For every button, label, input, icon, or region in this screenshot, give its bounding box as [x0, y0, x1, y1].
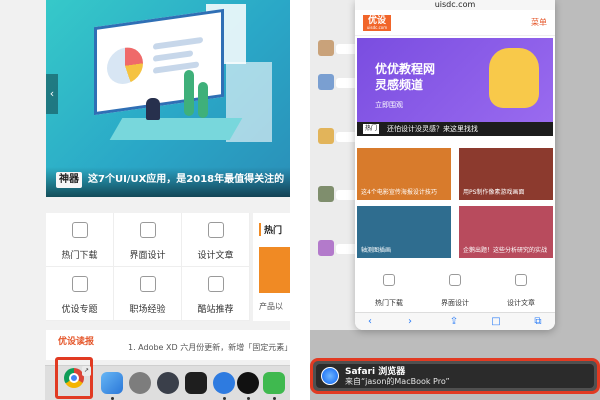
- nav-item-topics[interactable]: 优设专题: [46, 267, 114, 321]
- mobile-nav-articles[interactable]: 设计文章: [489, 274, 553, 309]
- promo-banner[interactable]: 优优教程网 灵感频道 立即围观 热门 还怕设计没灵感？来这里找找: [357, 38, 553, 136]
- briefcase-icon: [139, 276, 156, 292]
- site-icon: [207, 276, 224, 292]
- safari-toolbar: ‹ › ⇪ □ ⧉: [355, 312, 555, 330]
- mobile-nav-label: 热门下载: [375, 299, 403, 307]
- news-item[interactable]: 1. Adobe XD 六月份更新，新增「固定元素」: [128, 342, 290, 353]
- phone-icon: [139, 222, 156, 238]
- nav-item-label: 设计文章: [197, 251, 234, 261]
- topic-icon: [71, 276, 88, 292]
- avatar: [318, 186, 334, 202]
- nav-item-label: 界面设计: [129, 251, 166, 261]
- news-title: 优设读报: [58, 337, 95, 347]
- address-bar[interactable]: uisdc.com: [355, 0, 555, 10]
- ios-app-switcher-pane: uisdc.com 优设 uisdc.com 菜单 优优教程网 灵感频道 立即围…: [310, 0, 600, 400]
- screenshot: 神器 这7个UI/UX应用，是2018年最值得关注的 ‹ 热门下载 界面设计 设…: [0, 0, 600, 400]
- mobile-nav-ui-design[interactable]: 界面设计: [423, 274, 487, 309]
- mac-browser-pane: 神器 这7个UI/UX应用，是2018年最值得关注的 ‹ 热门下载 界面设计 设…: [0, 0, 290, 400]
- handoff-badge[interactable]: ↗: [82, 366, 91, 376]
- handoff-banner[interactable]: Safari 浏览器 来自“jason的MacBook Pro”: [310, 358, 600, 394]
- phone-icon: [449, 274, 461, 286]
- tile-text: 用PS制作像素游戏画面: [463, 189, 525, 196]
- download-icon: [71, 222, 88, 238]
- download-icon: [383, 274, 395, 286]
- text-line: [153, 36, 203, 50]
- hot-heading: 热门: [259, 223, 282, 236]
- bookmarks-icon[interactable]: □: [489, 315, 503, 329]
- mobile-nav-label: 界面设计: [441, 299, 469, 307]
- nav-item-hot-downloads[interactable]: 热门下载: [46, 213, 114, 267]
- chrome-icon[interactable]: [64, 368, 84, 388]
- nav-item-ui-design[interactable]: 界面设计: [114, 213, 182, 267]
- app-icon[interactable]: [213, 372, 235, 394]
- sketch-pen-icon[interactable]: [185, 372, 207, 394]
- banner-cta[interactable]: 立即围观: [375, 100, 403, 110]
- tree-icon: [184, 70, 194, 116]
- nav-item-career[interactable]: 职场经验: [114, 267, 182, 321]
- tile-text: 这4个电影宣传海报设计技巧: [361, 189, 437, 196]
- article-tile[interactable]: 企鹅出题！这些分析研究的实战: [459, 206, 553, 258]
- site-logo-sub: uisdc.com: [366, 25, 388, 30]
- avatar: [318, 40, 334, 56]
- tabs-icon[interactable]: ⧉: [531, 315, 545, 329]
- hero-title[interactable]: 这7个UI/UX应用，是2018年最值得关注的: [88, 172, 284, 188]
- tile-text: 企鹅出题！这些分析研究的实战: [463, 247, 548, 254]
- finder-icon[interactable]: [101, 372, 123, 394]
- divider: [290, 0, 310, 400]
- banner-title-2: 灵感频道: [375, 78, 424, 92]
- avatar: [318, 74, 334, 90]
- tree-icon: [198, 82, 208, 118]
- share-icon[interactable]: ⇪: [447, 315, 461, 329]
- safari-card[interactable]: uisdc.com 优设 uisdc.com 菜单 优优教程网 灵感频道 立即围…: [355, 0, 555, 330]
- nav-item-design-articles[interactable]: 设计文章: [182, 213, 250, 267]
- safari-icon: [321, 367, 339, 385]
- banner-title-1: 优优教程网: [375, 62, 436, 76]
- mobile-nav-hot-downloads[interactable]: 热门下载: [357, 274, 421, 309]
- article-tile[interactable]: 这4个电影宣传海报设计技巧: [357, 148, 451, 200]
- site-header: 优设 uisdc.com 菜单: [355, 10, 555, 36]
- text-line: [153, 50, 193, 62]
- pie-chart-icon: [107, 45, 143, 87]
- banner-strip-text[interactable]: 还怕设计没灵感？来这里找找: [387, 124, 478, 134]
- avatar: [318, 128, 334, 144]
- avatar: [318, 240, 334, 256]
- hot-thumbnail[interactable]: [259, 247, 290, 293]
- back-icon[interactable]: ‹: [363, 315, 377, 329]
- launchpad-icon[interactable]: [157, 372, 179, 394]
- nav-grid: 热门下载 界面设计 设计文章 优设专题 职场经验 酷站推荐: [46, 213, 250, 321]
- system-preferences-icon[interactable]: [129, 372, 151, 394]
- hot-panel: 热门 产品以: [253, 213, 290, 321]
- qq-icon[interactable]: [237, 372, 259, 394]
- article-icon: [515, 274, 527, 286]
- hot-tag: 热门: [363, 124, 380, 134]
- article-tile[interactable]: 轴测图插画: [357, 206, 451, 258]
- article-icon: [207, 222, 224, 238]
- nav-item-label: 优设专题: [61, 305, 98, 315]
- hot-product-text[interactable]: 产品以: [259, 301, 283, 312]
- article-tile[interactable]: 用PS制作像素游戏画面: [459, 148, 553, 200]
- menu-icon[interactable]: 菜单: [531, 17, 547, 28]
- tile-text: 轴测图插画: [361, 247, 392, 254]
- platform-shape: [109, 118, 243, 140]
- wechat-icon[interactable]: [263, 372, 285, 394]
- person-icon: [146, 98, 160, 120]
- hero-banner[interactable]: 神器 这7个UI/UX应用，是2018年最值得关注的: [46, 0, 290, 197]
- nav-item-label: 酷站推荐: [197, 305, 234, 315]
- nav-item-label: 职场经验: [129, 305, 166, 315]
- carousel-prev-icon[interactable]: ‹: [46, 74, 58, 114]
- news-section: 优设读报 1. Adobe XD 六月份更新，新增「固定元素」: [46, 330, 290, 360]
- nav-item-cool-sites[interactable]: 酷站推荐: [182, 267, 250, 321]
- hero-tag: 神器: [56, 172, 82, 188]
- mobile-nav-label: 设计文章: [507, 299, 535, 307]
- mascot-icon: [489, 48, 539, 108]
- handoff-source: 来自“jason的MacBook Pro”: [345, 377, 450, 386]
- mobile-nav-row: 热门下载 界面设计 设计文章: [357, 270, 553, 310]
- nav-item-label: 热门下载: [61, 251, 98, 261]
- forward-icon[interactable]: ›: [403, 315, 417, 329]
